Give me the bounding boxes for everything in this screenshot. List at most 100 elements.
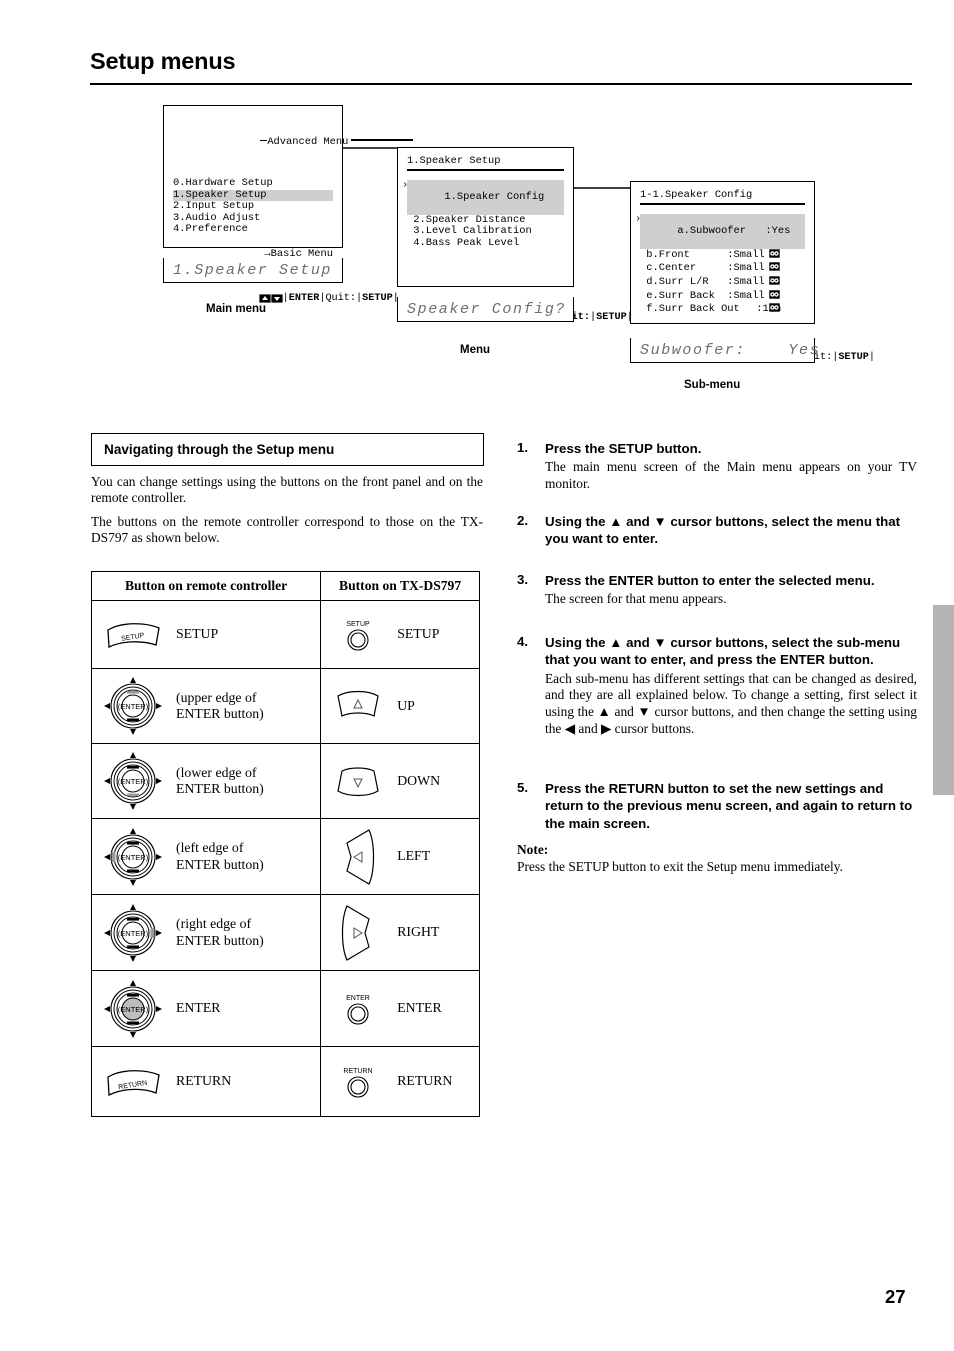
step-4-body: Each sub-menu has different settings tha…	[545, 670, 917, 736]
osd-sub-menu-row-1[interactable]: b.Front :Small	[640, 249, 805, 263]
step-1: 1. Press the SETUP button. The main menu…	[517, 440, 917, 493]
table-row: (ENTER) (upper edge of ENTER button) UP	[90, 668, 480, 744]
table-cell-remote: (ENTER) (lower edge of ENTER button)	[90, 743, 322, 819]
svg-text:RETURN: RETURN	[344, 1068, 373, 1075]
osd-flow-diagram: Advanced Menu 0.Hardware Setup 1.Speaker…	[0, 0, 954, 400]
osd-main-menu: Advanced Menu 0.Hardware Setup 1.Speaker…	[163, 105, 414, 304]
caption-menu: Menu	[460, 344, 491, 356]
unit-left-label: LEFT	[397, 848, 431, 864]
table-cell-unit: DOWN	[320, 743, 480, 819]
step-4: 4. Using the ▲ and ▼ cursor buttons, sel…	[517, 634, 917, 737]
table-cell-remote: (ENTER) (upper edge of ENTER button)	[90, 668, 322, 744]
unit-setup-round-button-icon: SETUP	[325, 615, 391, 655]
remote-setup-label: SETUP	[176, 626, 219, 642]
table-cell-unit: SETUP SETUP	[320, 600, 480, 669]
osd-sub-menu: 1-1.Speaker Config › a.Subwoofer:Yes b.Fr…	[630, 181, 875, 363]
table-header-row: Button on remote controller Button on TX…	[90, 571, 480, 601]
note-label: Note:	[517, 842, 549, 857]
svg-text:(ENTER): (ENTER)	[118, 929, 149, 938]
step-4-heading: Using the ▲ and ▼ cursor buttons, select…	[545, 635, 901, 668]
svg-text:(ENTER): (ENTER)	[118, 1005, 149, 1014]
osd-sub-menu-header: 1-1.Speaker Config	[640, 189, 753, 201]
table-cell-remote: RETURN RETURN	[90, 1046, 322, 1117]
svg-text:(ENTER): (ENTER)	[118, 702, 149, 711]
lcd-menu: Speaker Config?	[397, 297, 574, 322]
osd-sub-menu-row-3-label: d.Surr L/R	[646, 276, 709, 289]
osd-main-menu-header: Advanced Menu	[173, 114, 414, 172]
osd-main-menu-item-0[interactable]: 0.Hardware Setup	[173, 177, 333, 190]
updown-keys-icon	[210, 282, 283, 305]
osd-menu-item-3-label: 4.Bass Peak Level	[413, 237, 520, 250]
osd-sub-menu-row-5[interactable]: f.Surr Back Out:1ch	[640, 303, 805, 317]
unit-right-label: RIGHT	[397, 924, 440, 940]
table-cell-unit: LEFT	[320, 818, 480, 895]
osd-sub-menu-row-0-label: a.Subwoofer	[677, 224, 747, 237]
unit-enter-label: ENTER	[397, 1000, 442, 1016]
osd-sub-menu-row-3-value: :Small	[727, 276, 765, 289]
osd-sub-menu-row-2[interactable]: c.Center:Small	[640, 262, 805, 276]
osd-sub-menu-row-5-label: f.Surr Back Out	[646, 303, 740, 316]
step-2: 2. Using the ▲ and ▼ cursor buttons, sel…	[517, 513, 917, 548]
step-2-heading: Using the ▲ and ▼ cursor buttons, select…	[545, 514, 901, 547]
osd-menu-item-0-selected[interactable]: › 1.Speaker Config	[402, 179, 564, 215]
remote-right-label: (right edge of ENTER button)	[176, 916, 264, 948]
step-3-body: The screen for that menu appears.	[545, 591, 727, 607]
osd-sub-menu-row-3[interactable]: d.Surr L/R :Small	[640, 276, 805, 290]
osd-sub-menu-row-0-value: :Yes	[765, 224, 791, 237]
table-cell-remote: SETUP SETUP	[90, 600, 322, 669]
osd-menu-item-1-label: 2.Speaker Distance	[413, 213, 526, 226]
unit-down-label: DOWN	[397, 772, 441, 788]
osd-sub-menu-row-4[interactable]: e.Surr Back:Small	[640, 289, 805, 304]
step-2-number: 2.	[517, 513, 529, 528]
table-cell-unit: RIGHT	[320, 894, 480, 971]
remote-return-key-icon: RETURN	[96, 1064, 170, 1100]
intro-paragraph-1: You can change settings using the button…	[91, 474, 483, 506]
osd-sub-menu-setup-label: SETUP	[838, 352, 869, 364]
svg-text:(ENTER): (ENTER)	[118, 777, 149, 786]
unit-down-key-icon	[325, 763, 391, 799]
speaker-indicator-icon	[769, 249, 780, 263]
lcd-sub-menu: Subwoofer: Yes	[630, 338, 819, 363]
osd-main-menu-setup-label: SETUP	[362, 292, 393, 304]
note-text: Press the SETUP button to exit the Setup…	[517, 858, 843, 874]
unit-right-key-icon	[325, 903, 391, 963]
step-5-heading: Press the RETURN button to set the new s…	[545, 781, 913, 831]
osd-sub-menu-row-0-selected[interactable]: › a.Subwoofer:Yes	[635, 213, 805, 249]
remote-down-label: (lower edge of ENTER button)	[176, 764, 264, 796]
osd-menu: 1.Speaker Setup › 1.Speaker Config 2.Spea…	[397, 147, 633, 323]
section-heading-box: Navigating through the Setup menu	[91, 433, 484, 466]
osd-main-menu-enter-label: ENTER	[288, 292, 320, 304]
osd-menu-item-3[interactable]: 4.Bass Peak Level	[407, 237, 564, 250]
remote-left-label: (left edge of ENTER button)	[176, 840, 264, 872]
osd-main-menu-item-2[interactable]: 2.Input Setup	[173, 201, 333, 213]
remote-enter-dial-center-icon: (ENTER)	[96, 978, 170, 1040]
osd-main-menu-item-1-selected[interactable]: 1.Speaker Setup	[173, 189, 333, 202]
step-3-number: 3.	[517, 572, 529, 587]
step-5-number: 5.	[517, 780, 529, 795]
osd-sub-menu-row-1-label: b.Front	[646, 248, 690, 261]
svg-text:SETUP: SETUP	[347, 621, 371, 628]
unit-return-label: RETURN	[397, 1073, 453, 1089]
table-row: (ENTER) (lower edge of ENTER button) DOW…	[90, 743, 480, 819]
step-5: 5. Press the RETURN button to set the ne…	[517, 780, 917, 832]
osd-sub-menu-row-1-value: :Small	[727, 248, 765, 261]
table-row: SETUP SETUP SETUP SETUP	[90, 600, 480, 669]
unit-up-label: UP	[397, 697, 415, 713]
step-3-heading: Press the ENTER button to enter the sele…	[545, 573, 875, 588]
step-1-heading: Press the SETUP button.	[545, 441, 702, 456]
table-cell-remote: (ENTER) (left edge of ENTER button)	[90, 818, 322, 895]
speaker-indicator-icon	[769, 289, 780, 304]
osd-sub-menu-row-4-value: :Small	[727, 289, 765, 302]
remote-enter-label: ENTER	[176, 1000, 221, 1016]
caption-sub-menu: Sub-menu	[684, 379, 741, 391]
table-cell-unit: ENTER ENTER	[320, 970, 480, 1047]
page-number: 27	[885, 1286, 906, 1307]
remote-enter-dial-right-icon: (ENTER)	[96, 902, 170, 964]
table-header-remote: Button on remote controller	[90, 571, 322, 601]
osd-main-menu-item-4[interactable]: 4.Preference	[173, 224, 333, 236]
intro-paragraph-2: The buttons on the remote controller cor…	[91, 514, 483, 546]
remote-return-label: RETURN	[176, 1073, 232, 1089]
table-row: (ENTER) (right edge of ENTER button) RIG…	[90, 894, 480, 971]
svg-text:(ENTER): (ENTER)	[118, 853, 149, 862]
speaker-indicator-icon	[769, 262, 780, 276]
